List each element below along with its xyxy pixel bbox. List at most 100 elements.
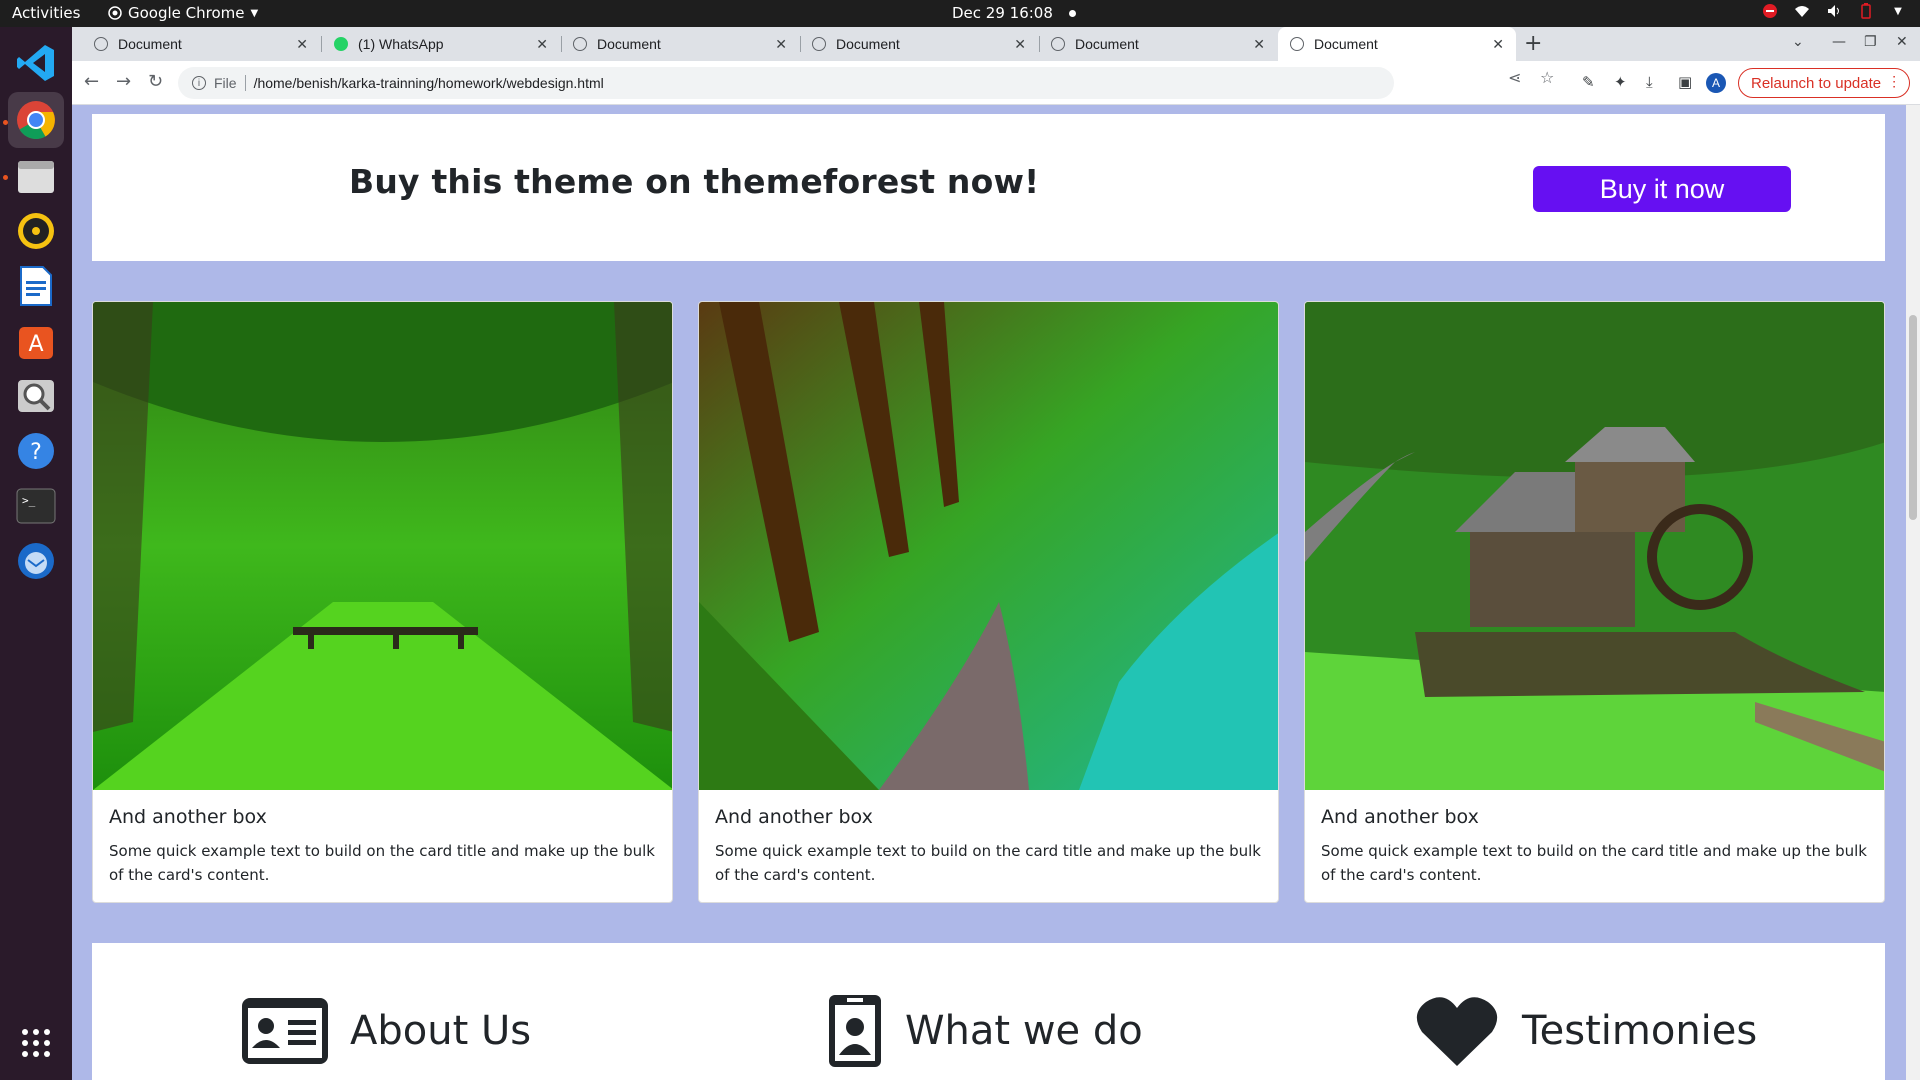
app-menu[interactable]: Google Chrome ▼	[108, 4, 258, 22]
dock-terminal[interactable]: >_	[8, 478, 64, 534]
running-indicator	[3, 175, 8, 180]
thunderbird-icon	[18, 543, 54, 579]
tab-title: Document	[118, 36, 182, 52]
id-card-icon	[240, 995, 330, 1067]
share-icon[interactable]: ⋖	[1508, 68, 1521, 87]
magnifier-icon	[18, 380, 54, 412]
close-icon[interactable]: ✕	[1253, 36, 1265, 53]
tab-title: Document	[836, 36, 900, 52]
software-icon: A	[19, 327, 53, 359]
feature-title: What we do	[905, 1008, 1143, 1054]
wifi-icon	[1794, 3, 1810, 19]
close-icon[interactable]: ✕	[1014, 36, 1026, 53]
relaunch-button[interactable]: Relaunch to update ⋮	[1738, 68, 1911, 98]
activities-button[interactable]: Activities	[12, 4, 80, 22]
restore-icon[interactable]: ❐	[1864, 34, 1877, 50]
scrollbar-thumb[interactable]	[1909, 315, 1917, 520]
battery-icon	[1858, 3, 1874, 19]
divider	[244, 75, 246, 91]
heart-icon	[1412, 995, 1502, 1067]
kebab-menu-icon[interactable]: ⋮	[1887, 73, 1901, 90]
new-tab-button[interactable]: +	[1524, 31, 1542, 56]
system-tray[interactable]: ▼	[1762, 3, 1906, 19]
clock-label: Dec 29 16:08	[952, 4, 1053, 22]
feature-title: Testimonies	[1522, 1008, 1758, 1054]
close-icon[interactable]: ✕	[536, 36, 548, 53]
extensions-icon[interactable]: ✦	[1614, 73, 1627, 91]
info-icon[interactable]: i	[192, 76, 206, 90]
dock-software[interactable]: A	[8, 313, 64, 369]
tab-search-icon[interactable]: ⌄	[1792, 34, 1804, 50]
svg-text:A: A	[28, 332, 43, 357]
do-not-disturb-icon	[1762, 3, 1778, 19]
buy-it-now-button[interactable]: Buy it now	[1533, 166, 1791, 212]
dock-chrome[interactable]	[8, 92, 64, 148]
dock-rhythmbox[interactable]	[8, 203, 64, 259]
svg-text:>_: >_	[22, 494, 36, 507]
chevron-down-icon: ▼	[250, 7, 259, 19]
browser-toolbar: ← → ↻ i File /home/benish/karka-trainnin…	[72, 61, 1920, 105]
tab-document-4[interactable]: Document ✕	[1039, 27, 1277, 61]
relaunch-label: Relaunch to update	[1751, 74, 1882, 92]
star-icon[interactable]: ☆	[1540, 68, 1554, 87]
dock-app-grid[interactable]	[8, 1015, 64, 1071]
terminal-icon: >_	[16, 488, 56, 524]
vscode-icon	[17, 45, 54, 81]
eyedropper-extension-icon[interactable]: ✎	[1582, 73, 1595, 91]
tab-document-1[interactable]: Document ✕	[82, 27, 320, 61]
writer-icon	[20, 266, 52, 306]
feature-what-we-do: What we do	[825, 995, 1143, 1067]
url-scheme: File	[214, 75, 237, 91]
page-viewport[interactable]: Buy this theme on themeforest now! Buy i…	[72, 105, 1920, 1080]
tab-document-2[interactable]: Document ✕	[561, 27, 799, 61]
close-icon[interactable]: ✕	[296, 36, 308, 53]
card-title: And another box	[109, 806, 267, 828]
tab-whatsapp[interactable]: (1) WhatsApp ✕	[322, 27, 560, 61]
scrollbar[interactable]	[1906, 105, 1920, 1080]
tab-document-3[interactable]: Document ✕	[800, 27, 1038, 61]
close-window-icon[interactable]: ✕	[1896, 34, 1908, 50]
side-panel-icon[interactable]: ▣	[1678, 73, 1692, 91]
profile-avatar[interactable]: A	[1706, 73, 1726, 93]
card-image-tree-tunnel	[93, 302, 672, 790]
system-top-bar: Activities Google Chrome ▼ Dec 29 16:08 …	[0, 0, 1920, 27]
notification-dot-icon	[1068, 9, 1076, 17]
close-icon[interactable]: ✕	[1492, 36, 1504, 53]
chrome-icon	[17, 101, 55, 140]
dock-files[interactable]	[8, 148, 64, 204]
svg-text:?: ?	[30, 440, 42, 465]
dock-help[interactable]: ?	[8, 423, 64, 479]
tab-title: Document	[1314, 36, 1378, 52]
running-indicator	[3, 120, 8, 125]
tab-title: Document	[1075, 36, 1139, 52]
card: And another box Some quick example text …	[698, 301, 1279, 903]
chrome-icon	[108, 6, 122, 20]
globe-icon	[812, 37, 826, 51]
files-icon	[18, 161, 54, 193]
features-section: About Us What we do Testimonies	[92, 943, 1885, 1080]
back-icon[interactable]: ←	[84, 71, 99, 92]
globe-icon	[1051, 37, 1065, 51]
volume-icon	[1826, 3, 1842, 19]
dock-thunderbird[interactable]	[8, 533, 64, 589]
card-text: Some quick example text to build on the …	[1321, 842, 1867, 884]
dock-screenshot[interactable]	[8, 368, 64, 424]
address-bar[interactable]: i File /home/benish/karka-trainning/home…	[178, 67, 1394, 99]
globe-icon	[1290, 37, 1304, 51]
card-image-mill-house	[1305, 302, 1884, 790]
minimize-icon[interactable]: —	[1832, 34, 1846, 50]
id-badge-icon	[825, 995, 885, 1067]
feature-about-us: About Us	[240, 995, 531, 1067]
banner-heading: Buy this theme on themeforest now!	[349, 162, 1040, 201]
dock-writer[interactable]	[8, 258, 64, 314]
reload-icon[interactable]: ↻	[148, 71, 163, 92]
close-icon[interactable]: ✕	[775, 36, 787, 53]
browser-window: Document ✕ (1) WhatsApp ✕ Document ✕ Doc…	[72, 27, 1920, 1080]
forward-icon[interactable]: →	[116, 71, 131, 92]
download-icon[interactable]: ⤓	[1646, 73, 1653, 91]
tab-document-active[interactable]: Document ✕	[1278, 27, 1516, 61]
tab-title: Document	[597, 36, 661, 52]
globe-icon	[94, 37, 108, 51]
dock-vscode[interactable]	[8, 35, 64, 91]
clock[interactable]: Dec 29 16:08	[952, 4, 1076, 22]
